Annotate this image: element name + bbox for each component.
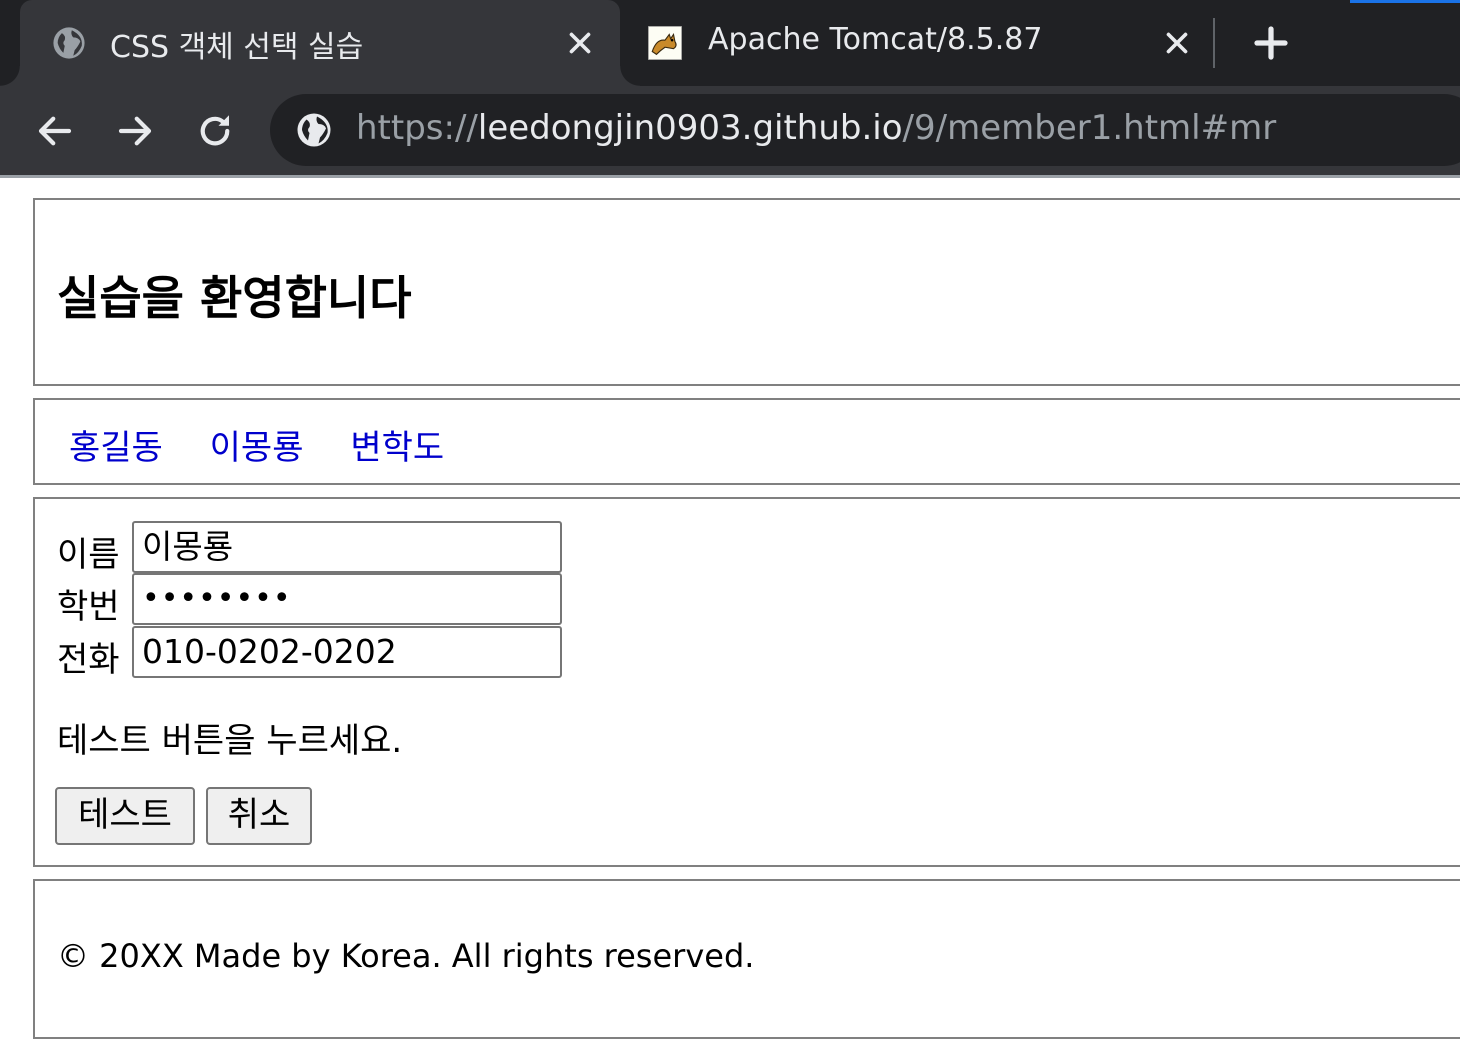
cancel-button[interactable]: 취소 — [206, 787, 312, 845]
url-text: https://leedongjin0903.github.io/9/membe… — [356, 108, 1276, 148]
new-tab-plus-icon[interactable] — [1250, 22, 1292, 64]
tab-strip: CSS 객체 선택 실습 Apache Tomcat/8.5.87 — [0, 0, 1460, 86]
nav-link-hong-gildong[interactable]: 홍길동 — [69, 428, 163, 468]
toolbar-divider — [0, 175, 1460, 178]
url-path: /9/member1.html#mr — [902, 108, 1277, 148]
tab-title: Apache Tomcat/8.5.87 — [708, 22, 1043, 57]
tomcat-logo-icon — [648, 26, 682, 60]
url-host: leedongjin0903.github.io — [477, 108, 903, 148]
close-tab-icon[interactable] — [563, 26, 597, 60]
phone-label: 전화 — [57, 640, 120, 680]
address-bar[interactable]: https://leedongjin0903.github.io/9/membe… — [270, 94, 1460, 166]
member-form: 이름 이몽룡 학번 •••••••• 전화 010-0202-0202 테스트 … — [33, 497, 1460, 867]
browser-toolbar: https://leedongjin0903.github.io/9/membe… — [0, 86, 1460, 176]
student-id-password-input[interactable]: •••••••• — [132, 573, 562, 625]
nav-links: 홍길동 이몽룡 변학도 — [69, 420, 480, 469]
instruction-message: 테스트 버튼을 누르세요. — [57, 721, 403, 761]
copyright-text: © 20XX Made by Korea. All rights reserve… — [57, 937, 755, 975]
reload-icon[interactable] — [194, 110, 236, 152]
url-scheme: https:// — [356, 108, 478, 148]
forward-arrow-icon[interactable] — [114, 110, 156, 152]
page-header: 실습을 환영합니다 — [33, 198, 1460, 386]
test-button[interactable]: 테스트 — [55, 787, 195, 845]
tab-title: CSS 객체 선택 실습 — [110, 30, 364, 65]
nav-link-byeon-hakdo[interactable]: 변학도 — [350, 428, 444, 468]
phone-input[interactable]: 010-0202-0202 — [132, 626, 562, 678]
nav-link-lee-mongryong[interactable]: 이몽룡 — [210, 428, 304, 468]
tab-tomcat[interactable]: Apache Tomcat/8.5.87 — [630, 0, 1210, 86]
back-arrow-icon[interactable] — [34, 110, 76, 152]
window-accent — [1350, 0, 1460, 3]
student-id-label: 학번 — [57, 587, 120, 627]
globe-icon — [53, 27, 85, 59]
tab-css-practice[interactable]: CSS 객체 선택 실습 — [0, 0, 640, 86]
page-title: 실습을 환영합니다 — [57, 271, 412, 325]
page-footer: © 20XX Made by Korea. All rights reserve… — [33, 879, 1460, 1039]
tab-separator — [1213, 18, 1215, 68]
name-input[interactable]: 이몽룡 — [132, 521, 562, 573]
name-label: 이름 — [57, 535, 120, 575]
site-info-globe-icon[interactable] — [296, 112, 332, 148]
close-tab-icon[interactable] — [1160, 26, 1194, 60]
member-nav: 홍길동 이몽룡 변학도 — [33, 398, 1460, 485]
